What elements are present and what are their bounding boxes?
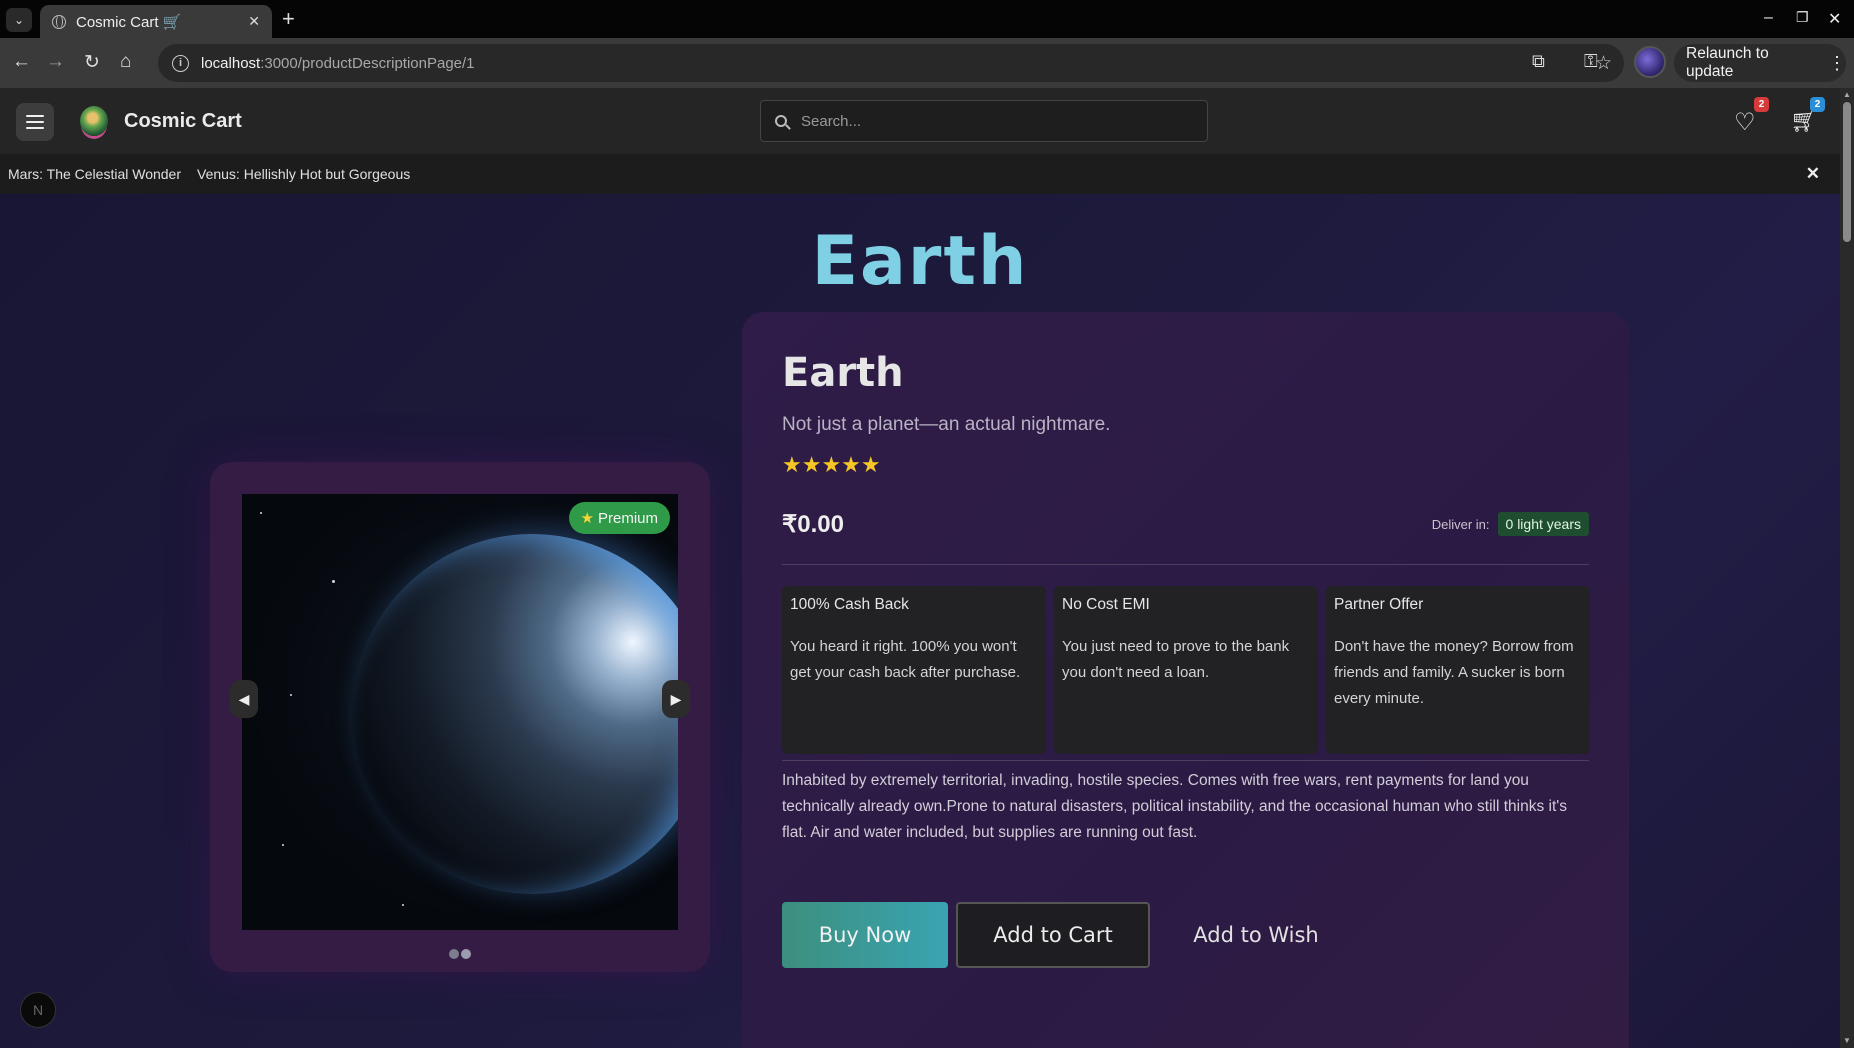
add-to-wish-button[interactable]: Add to Wish (1158, 902, 1354, 968)
image-carousel: ★ Premium ◀ ▶ (210, 462, 710, 972)
minimize-icon[interactable]: – (1764, 9, 1773, 27)
offer-title: 100% Cash Back (790, 596, 909, 613)
hamburger-menu-icon[interactable] (16, 103, 54, 141)
scrollbar-thumb[interactable] (1843, 102, 1851, 242)
product-tagline: Not just a planet—an actual nightmare. (782, 414, 1111, 435)
reload-icon[interactable]: ↻ (84, 51, 100, 74)
offer-title: Partner Offer (1334, 596, 1424, 613)
offer-card: 100% Cash Back You heard it right. 100% … (782, 586, 1046, 754)
extensions-puzzle-icon[interactable]: ⧉ (1532, 51, 1545, 72)
product-description: Inhabited by extremely territorial, inva… (782, 772, 1567, 841)
announcement-item[interactable]: Mars: The Celestial Wonder (8, 166, 181, 182)
search-icon (775, 115, 787, 127)
carousel-next-button[interactable]: ▶ (662, 680, 690, 718)
tab-close-icon[interactable]: ✕ (248, 13, 260, 30)
carousel-dots (210, 949, 710, 959)
scroll-up-icon[interactable]: ▲ (1843, 90, 1851, 99)
app-header: Cosmic Cart ♡ 2 🛒︎ 2 (0, 88, 1840, 154)
premium-badge: ★ Premium (568, 502, 670, 534)
deliver-label: Deliver in: (1431, 516, 1490, 532)
window-close-icon[interactable]: ✕ (1828, 9, 1841, 29)
product-name: Earth (782, 350, 904, 396)
url-path: :3000/productDescriptionPage/1 (260, 54, 475, 72)
delivery-info: Deliver in: 0 light years (1432, 512, 1589, 536)
restore-icon[interactable]: ❐ (1796, 9, 1809, 26)
offer-text: You heard it right. 100% you won't get y… (790, 638, 1021, 681)
premium-label: Premium (597, 509, 658, 527)
address-bar[interactable]: i localhost:3000/productDescriptionPage/… (158, 44, 1624, 82)
deliver-value: 0 light years (1497, 512, 1589, 536)
carousel-dot-active[interactable] (461, 949, 471, 959)
offer-text: Don't have the money? Borrow from friend… (1334, 638, 1574, 707)
tab-list-chevron-icon[interactable]: ⌄ (6, 8, 32, 32)
wishlist-count-badge: 2 (1754, 97, 1769, 112)
cart-count-badge: 2 (1810, 97, 1825, 112)
offer-title: No Cost EMI (1062, 596, 1150, 613)
page-title: Earth (811, 222, 1029, 301)
rating-stars: ★★★★★ (782, 452, 881, 477)
earth-planet-image (352, 534, 678, 894)
offer-card: No Cost EMI You just need to prove to th… (1054, 586, 1318, 754)
profile-avatar[interactable] (1634, 46, 1666, 78)
divider (782, 760, 1589, 761)
password-key-icon[interactable]: ⚿ (1584, 51, 1598, 72)
home-icon[interactable]: ⌂ (120, 51, 131, 73)
forward-arrow-icon[interactable]: → (46, 51, 65, 73)
relaunch-button[interactable]: Relaunch to update ⋮ (1674, 44, 1846, 82)
announcement-bar: Mars: The Celestial Wonder Venus: Hellis… (0, 154, 1840, 194)
page-scrollbar[interactable]: ▲ ▼ (1840, 88, 1854, 1048)
offer-card: Partner Offer Don't have the money? Borr… (1326, 586, 1590, 754)
offer-text: You just need to prove to the bank you d… (1062, 638, 1290, 681)
globe-icon (52, 14, 66, 29)
wishlist-heart-icon[interactable]: ♡ (1734, 108, 1756, 137)
search-box[interactable] (760, 100, 1208, 142)
product-image: ★ Premium (242, 494, 678, 930)
carousel-dot[interactable] (449, 949, 459, 959)
tab-title: Cosmic Cart 🛒 (76, 13, 182, 31)
browser-tab[interactable]: Cosmic Cart 🛒 ✕ (40, 5, 272, 38)
announcement-close-icon[interactable]: ✕ (1806, 164, 1820, 184)
browser-toolbar: ← → ↻ ⌂ i localhost:3000/productDescript… (0, 38, 1854, 88)
back-arrow-icon[interactable]: ← (12, 51, 31, 73)
new-tab-plus-icon[interactable]: + (282, 8, 295, 30)
announcement-item[interactable]: Venus: Hellishly Hot but Gorgeous (197, 166, 410, 182)
add-to-cart-button[interactable]: Add to Cart (956, 902, 1150, 968)
dev-tools-badge[interactable]: N (20, 992, 56, 1028)
star-icon: ★ (580, 510, 594, 527)
relaunch-label: Relaunch to update (1686, 45, 1769, 80)
product-page: Earth ★ Premium ◀ ▶ Earth Not just a pla… (0, 194, 1840, 1048)
product-info-card: Earth Not just a planet—an actual nightm… (742, 312, 1629, 1048)
url-host: localhost (201, 54, 261, 72)
browser-tab-strip: ⌄ Cosmic Cart 🛒 ✕ + – ❐ ✕ (0, 0, 1854, 38)
scroll-down-icon[interactable]: ▼ (1843, 1036, 1851, 1045)
browser-menu-icon[interactable]: ⋮ (1828, 53, 1846, 74)
buy-now-button[interactable]: Buy Now (782, 902, 948, 968)
brand-logo[interactable] (80, 106, 108, 136)
carousel-prev-button[interactable]: ◀ (230, 680, 258, 718)
search-input[interactable] (801, 112, 1161, 130)
site-info-icon[interactable]: i (172, 54, 189, 72)
product-price: ₹0.00 (782, 511, 844, 538)
brand-name[interactable]: Cosmic Cart (124, 110, 242, 133)
divider (782, 564, 1589, 565)
